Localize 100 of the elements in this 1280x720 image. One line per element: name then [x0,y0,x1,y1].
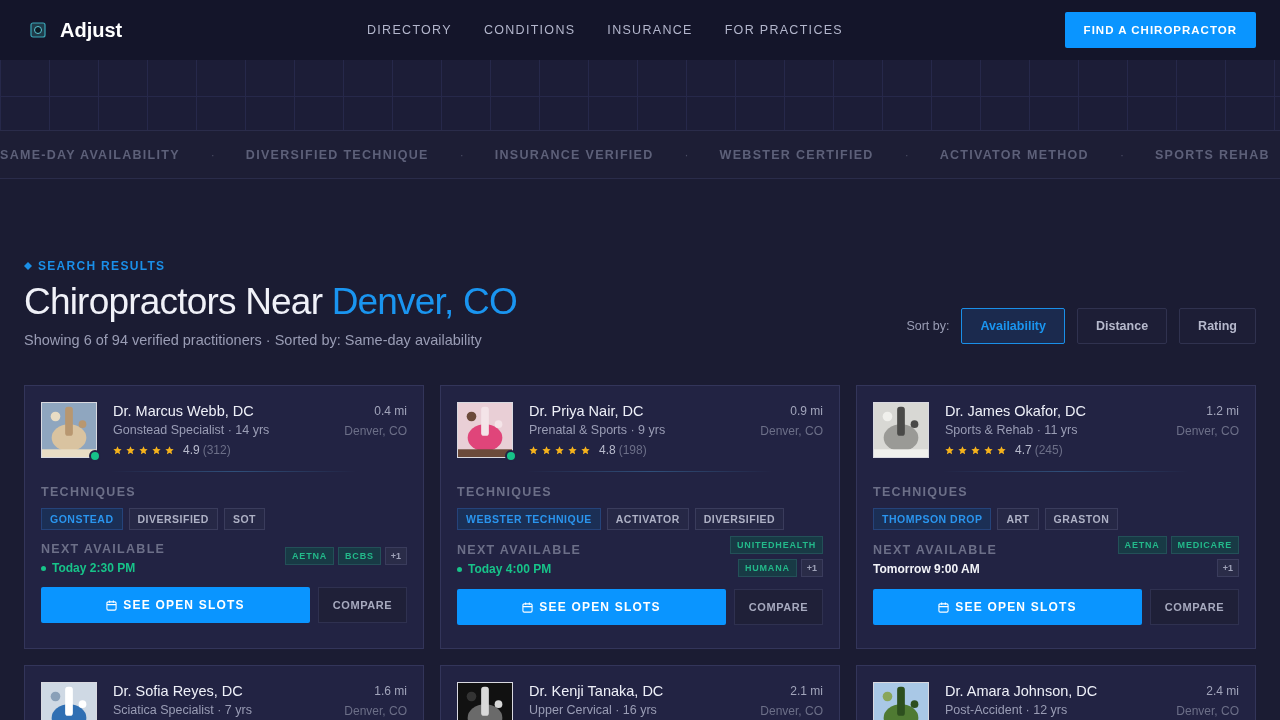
specialty: Prenatal & Sports · 9 yrs [529,423,667,437]
practitioner-name[interactable]: Dr. James Okafor, DC [945,403,1161,419]
technique-tag: GONSTEAD [41,508,123,530]
technique-tag: GRASTON [1044,508,1119,530]
techniques-label: TECHNIQUES [457,485,553,499]
ticker-item: SPORTS REHAB [1154,147,1270,162]
star-icon [113,445,122,455]
star-icon [152,445,161,455]
star-icon [997,445,1006,455]
technique-tag: ACTIVATOR [606,508,689,530]
technique-tag: DIVERSIFIED [694,508,785,530]
next-available-label: NEXT AVAILABLE [41,542,166,556]
ticker-item: SAME-DAY AVAILABILITY [0,147,180,162]
ticker-item: ACTIVATOR METHOD [939,147,1089,162]
specialty: Post-Accident · 12 yrs [945,703,1069,717]
rating-value: 4.8 [599,443,616,457]
sort-option[interactable]: Distance [1077,308,1168,344]
next-available-time: Today 4:00 PM [468,562,552,576]
insurance-tag: HUMANA [737,559,797,577]
compare-button[interactable]: COMPARE [734,589,823,625]
practitioner-name[interactable]: Dr. Sofia Reyes, DC [113,683,329,699]
star-icon [126,445,135,455]
distance: 2.4 mi [1205,684,1239,698]
techniques-label: TECHNIQUES [873,485,969,499]
specialty: Sciatica Specialist · 7 yrs [113,703,253,717]
page-title: Chiropractors Near Denver, CO [24,281,517,323]
more-insurance-tag: +1 [800,559,823,577]
ticker-item: INSURANCE VERIFIED [494,147,654,162]
technique-tag: SOT [223,508,266,530]
star-icon [542,445,551,455]
sort-label: Sort by: [906,319,950,333]
nav-link[interactable]: INSURANCE [607,23,693,37]
technique-tag: ART [997,508,1039,530]
city: Denver, CO [1176,704,1239,718]
next-available-label: NEXT AVAILABLE [457,543,582,557]
specialty: Sports & Rehab · 11 yrs [945,423,1079,437]
compare-button[interactable]: COMPARE [1150,589,1239,625]
ticker-separator: · [1119,147,1124,162]
star-icon [529,445,538,455]
techniques-label: TECHNIQUES [41,485,137,499]
distance: 0.9 mi [789,404,823,418]
nav-link[interactable]: DIRECTORY [367,23,452,37]
status-dot [457,566,462,572]
calendar-icon [938,601,950,613]
next-available-time: Tomorrow 9:00 AM [873,562,980,576]
distance: 1.2 mi [1205,404,1239,418]
city: Denver, CO [344,424,407,438]
ticker-separator: · [210,147,215,162]
insurance-tag: UNITEDHEALTH [730,536,823,554]
nav-link[interactable]: FOR PRACTICES [724,23,843,37]
rating-value: 4.7 [1015,443,1032,457]
results-summary: Showing 6 of 94 verified practitioners · Sorted by: Same-day availability [24,332,483,348]
insurance-tag: AETNA [1117,536,1167,554]
status-dot [41,565,46,571]
distance: 0.4 mi [373,404,407,418]
practitioner-name[interactable]: Dr. Kenji Tanaka, DC [529,683,745,699]
more-insurance-tag: +1 [384,546,407,565]
review-count: (198) [618,443,647,457]
technique-tag: DIVERSIFIED [128,508,218,530]
calendar-icon [106,599,118,611]
practitioner-name[interactable]: Dr. Amara Johnson, DC [945,683,1161,699]
star-icon [984,445,993,455]
star-icon [945,445,954,455]
technique-tag: WEBSTER TECHNIQUE [457,508,601,530]
ticker-separator: · [459,147,464,162]
practitioner-name[interactable]: Dr. Marcus Webb, DC [113,403,329,419]
nav-link[interactable]: CONDITIONS [483,23,576,37]
ticker-item: DIVERSIFIED TECHNIQUE [245,147,429,162]
star-icon [581,445,590,455]
review-count: (245) [1034,443,1063,457]
star-icon [139,445,148,455]
next-available-label: NEXT AVAILABLE [873,543,998,557]
rating-value: 4.9 [183,443,200,457]
section-label: SEARCH RESULTS [38,259,166,273]
specialty: Gonstead Specialist · 14 yrs [113,423,271,437]
compare-button[interactable]: COMPARE [318,587,407,623]
sort-option[interactable]: Availability [961,308,1065,344]
review-count: (312) [202,443,231,457]
insurance-tag: MEDICARE [1170,536,1239,554]
brand-name[interactable]: Adjust [60,18,123,42]
star-icon [971,445,980,455]
insurance-tag: BCBS [338,546,381,565]
distance: 1.6 mi [373,684,407,698]
star-icon [958,445,967,455]
city: Denver, CO [344,704,407,718]
specialty: Upper Cervical · 16 yrs [529,703,658,717]
practitioner-name[interactable]: Dr. Priya Nair, DC [529,403,745,419]
ticker-item: WEBSTER CERTIFIED [719,147,874,162]
technique-tag: THOMPSON DROP [873,508,992,530]
diamond-icon [24,262,32,270]
next-available-time: Today 2:30 PM [52,561,136,575]
insurance-tag: AETNA [285,546,335,565]
distance: 2.1 mi [789,684,823,698]
star-icon [568,445,577,455]
ticker-separator: · [904,147,909,162]
star-icon [555,445,564,455]
calendar-icon [522,601,534,613]
sort-option[interactable]: Rating [1179,308,1256,344]
ticker-separator: · [684,147,689,162]
star-icon [165,445,174,455]
